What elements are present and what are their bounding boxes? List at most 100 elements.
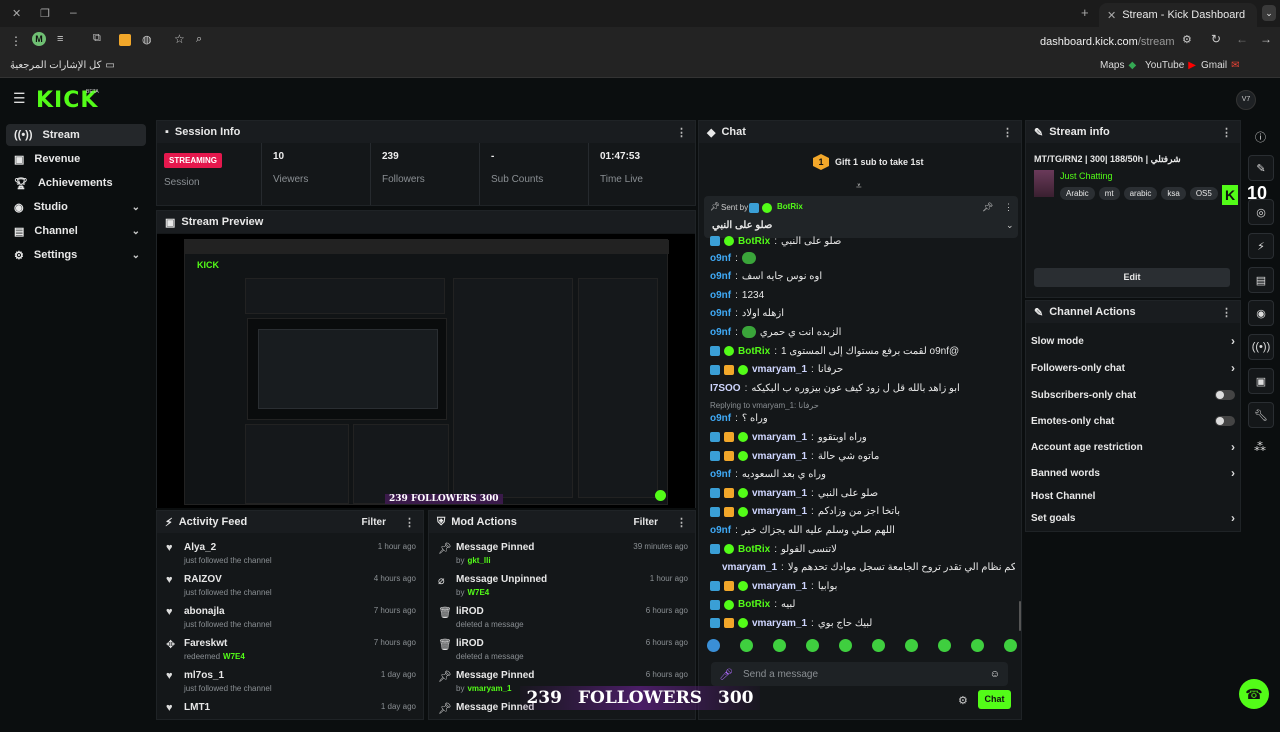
- window-close-icon[interactable]: ✕: [12, 7, 21, 20]
- chat-username[interactable]: vmaryam_1: [752, 364, 807, 375]
- all-bookmarks[interactable]: كل الإشارات المرجعية ▭: [10, 60, 115, 71]
- profile-avatar[interactable]: M: [32, 32, 46, 46]
- activity-user[interactable]: RAIZOV: [184, 574, 222, 585]
- user-avatar[interactable]: V7: [1236, 90, 1256, 110]
- channel-action-row[interactable]: Host Channel: [1031, 486, 1235, 506]
- stream-tag[interactable]: Arabic: [1060, 187, 1095, 200]
- toggle-switch[interactable]: [1215, 390, 1235, 400]
- channel-action-row[interactable]: Set goals ›: [1031, 508, 1235, 528]
- activity-user[interactable]: LMT1: [184, 702, 210, 713]
- chat-username[interactable]: BotRix: [738, 236, 770, 247]
- pinned-user[interactable]: BotRix: [777, 202, 803, 211]
- chat-username[interactable]: vmaryam_1: [752, 618, 807, 629]
- pinned-menu-icon[interactable]: ⋮: [1004, 202, 1013, 213]
- apps-icon[interactable]: ⁂: [1254, 440, 1266, 454]
- bookmark-gmail[interactable]: Gmail ✉: [1201, 60, 1240, 71]
- unpin-icon[interactable]: 📌︎: [982, 202, 993, 213]
- emoji-icon[interactable]: ☺: [990, 669, 1000, 680]
- bookmark-youtube[interactable]: YouTube ▶: [1145, 60, 1196, 71]
- more-options-icon[interactable]: ⋮: [1221, 306, 1232, 319]
- reload-icon[interactable]: ↻: [1211, 32, 1221, 46]
- window-minimize-icon[interactable]: –: [70, 5, 77, 19]
- toggle-switch[interactable]: [1215, 416, 1235, 426]
- chat-username[interactable]: I7SOO: [710, 383, 741, 394]
- sidebar-item-revenue[interactable]: ▣ Revenue: [6, 148, 146, 170]
- chat-input[interactable]: 🎤︎ Send a message ☺: [711, 662, 1008, 686]
- chat-username[interactable]: o9nf: [710, 327, 731, 338]
- chat-message[interactable]: BotRix: @o9nf لقمت برفع مستواك إلى المستو…: [710, 343, 1015, 359]
- browser-menu-icon[interactable]: ⋮: [10, 34, 22, 48]
- chat-username[interactable]: vmaryam_1: [752, 581, 807, 592]
- chat-message[interactable]: vmaryam_1: وراه اوبتقوو: [710, 429, 1015, 445]
- sidebar-item-settings[interactable]: ⚙ Settings ⌄: [6, 244, 146, 266]
- emote-icon[interactable]: [740, 639, 753, 652]
- hamburger-menu-icon[interactable]: ☰: [13, 90, 26, 107]
- bookmark-star-icon[interactable]: ☆: [174, 32, 185, 46]
- rail-lightning-button[interactable]: ⚡︎: [1248, 233, 1274, 259]
- sidebar-item-channel[interactable]: ▤ Channel ⌄: [6, 220, 146, 242]
- more-options-icon[interactable]: ⋮: [1221, 126, 1232, 139]
- chat-message[interactable]: BotRix: صلو على النبي: [710, 233, 1015, 249]
- activity-highlight[interactable]: W7E4: [223, 652, 245, 661]
- channel-action-row[interactable]: Subscribers-only chat: [1031, 385, 1235, 405]
- emote-icon[interactable]: [905, 639, 918, 652]
- forward-icon[interactable]: ←: [1236, 32, 1248, 46]
- media-control-icon[interactable]: ≡: [57, 33, 63, 45]
- emote-icon[interactable]: [707, 639, 720, 652]
- rail-document-button[interactable]: ▤: [1248, 267, 1274, 293]
- microphone-icon[interactable]: 🎤︎: [719, 668, 733, 681]
- back-icon[interactable]: →: [1260, 32, 1272, 46]
- emote-icon[interactable]: [806, 639, 819, 652]
- tab-search-icon[interactable]: ⌄: [1262, 5, 1276, 21]
- chat-scrollbar[interactable]: [1019, 601, 1021, 631]
- chat-username[interactable]: vmaryam_1: [752, 506, 807, 517]
- active-tab[interactable]: ✕ Stream - Kick Dashboard: [1099, 3, 1257, 27]
- chat-message[interactable]: vmaryam_1: بوابيا: [710, 578, 1015, 594]
- emote-icon[interactable]: [971, 639, 984, 652]
- chat-message[interactable]: o9nf:1234: [710, 287, 1015, 303]
- chat-username[interactable]: BotRix: [738, 346, 770, 357]
- chat-message[interactable]: o9nf: الزبده انت ي حمري: [710, 324, 1015, 340]
- mod-action-user[interactable]: vmaryam_1: [467, 684, 511, 693]
- chat-username[interactable]: vmaryam_1: [752, 432, 807, 443]
- channel-action-row[interactable]: Followers-only chat ›: [1031, 358, 1235, 378]
- chat-message[interactable]: vmaryam_1: حرفانا: [710, 362, 1015, 378]
- chat-message[interactable]: vmaryam_1: باتخا اجز من وزادكم: [710, 504, 1015, 520]
- stream-tag[interactable]: arabic: [1123, 187, 1158, 200]
- more-options-icon[interactable]: ⋮: [676, 516, 687, 529]
- channel-action-row[interactable]: Emotes-only chat: [1031, 411, 1235, 431]
- activity-user[interactable]: Fareskwt: [184, 638, 227, 649]
- chevron-down-icon[interactable]: ⌄: [1006, 220, 1014, 231]
- chat-message[interactable]: vmaryam_1: ماتوه شي حالة: [710, 448, 1015, 464]
- category-name[interactable]: Just Chatting: [1060, 171, 1113, 181]
- chat-username[interactable]: o9nf: [710, 525, 731, 536]
- zoom-icon[interactable]: ⌕: [196, 33, 202, 46]
- rail-stream-button[interactable]: ▣: [1248, 368, 1274, 394]
- mod-action-user[interactable]: gkt_lli: [467, 556, 490, 565]
- chat-message[interactable]: vmaryam_1: لبيك حاج بوي: [710, 615, 1015, 631]
- filter-button[interactable]: Filter: [634, 517, 658, 528]
- stream-tag[interactable]: OS5: [1189, 187, 1218, 200]
- filter-button[interactable]: Filter: [362, 517, 386, 528]
- chat-username[interactable]: o9nf: [710, 253, 731, 264]
- window-maximize-icon[interactable]: ❐: [40, 7, 50, 20]
- activity-user[interactable]: ml7os_1: [184, 670, 224, 681]
- more-options-icon[interactable]: ⋮: [1002, 126, 1013, 139]
- channel-action-row[interactable]: Banned words ›: [1031, 463, 1235, 483]
- chat-message[interactable]: vmaryam_1: صلو على النبي: [710, 485, 1015, 501]
- rail-edit-button[interactable]: ✎: [1248, 155, 1274, 181]
- rail-broadcast-button[interactable]: ((•)): [1248, 334, 1274, 360]
- chat-settings-icon[interactable]: ⚙: [958, 694, 968, 707]
- mod-action-user[interactable]: W7E4: [467, 588, 489, 597]
- site-settings-icon[interactable]: ⚙: [1182, 33, 1192, 46]
- activity-user[interactable]: abonajla: [184, 606, 225, 617]
- chat-message[interactable]: o9nf: اللهم صلي وسلم عليه الله يجزاك خير: [710, 522, 1015, 538]
- chat-username[interactable]: vmaryam_1: [752, 488, 807, 499]
- chat-message[interactable]: BotRix: لبيه: [710, 597, 1015, 613]
- chat-username[interactable]: BotRix: [738, 544, 770, 555]
- rail-chat-button[interactable]: ◉: [1248, 300, 1274, 326]
- new-tab-icon[interactable]: +: [1081, 5, 1089, 20]
- sidebar-item-studio[interactable]: ◉ Studio ⌄: [6, 196, 146, 218]
- emote-icon[interactable]: [1004, 639, 1017, 652]
- extension-badge-icon[interactable]: [119, 34, 131, 46]
